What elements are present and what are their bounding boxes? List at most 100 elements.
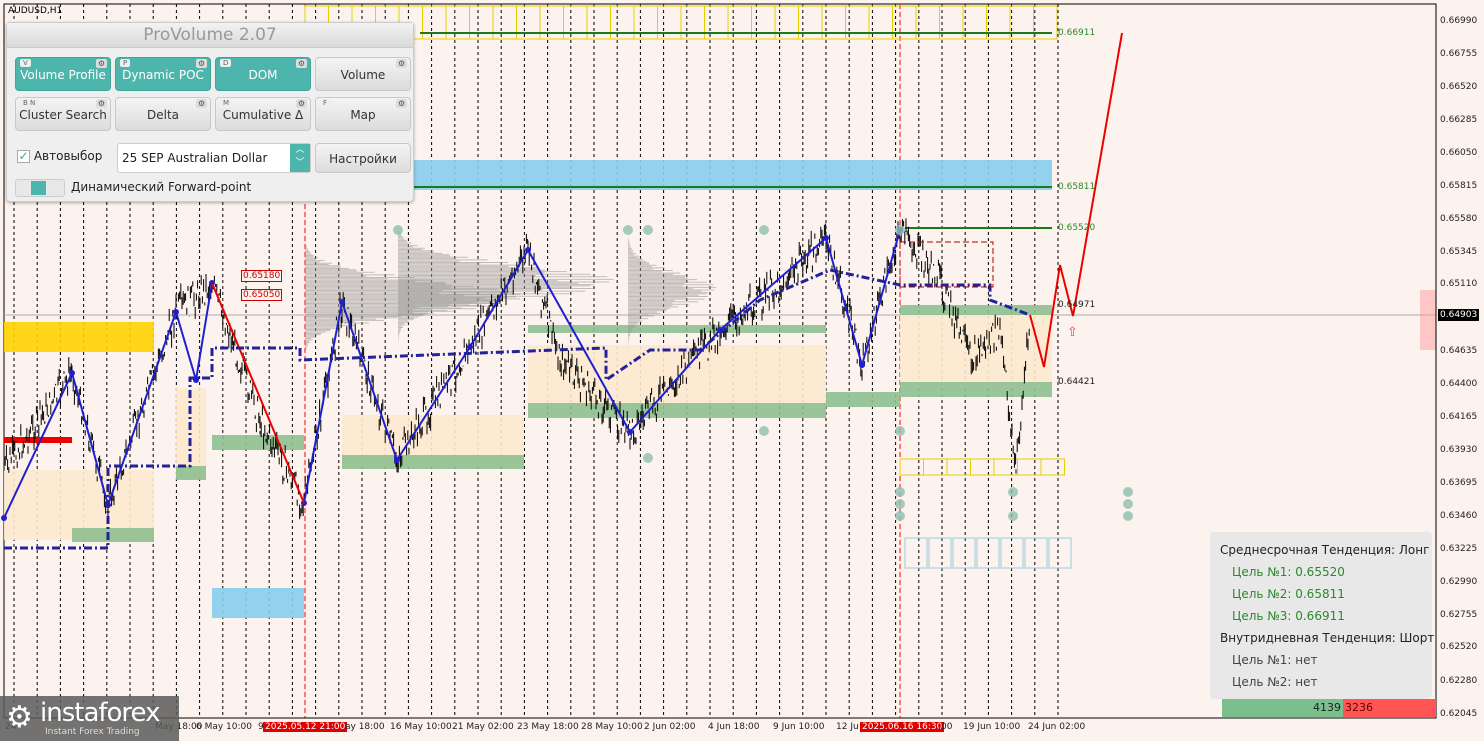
logo-tagline: Instant Forex Trading (45, 727, 140, 737)
gear-icon[interactable]: ⚙ (195, 59, 207, 68)
autoselect-label: Автовыбор (33, 149, 103, 163)
price-tick: 0.64165 (1440, 411, 1478, 422)
hotkey-badge: D (220, 59, 232, 67)
price-tick: 0.65345 (1440, 246, 1478, 257)
zigzag-point (69, 370, 75, 376)
price-tick: 0.66990 (1440, 16, 1478, 26)
marker-circle (895, 426, 905, 436)
hotkey-badge: M (220, 99, 233, 107)
gear-icon[interactable]: ⚙ (295, 59, 307, 68)
time-tick: 12 Ju (836, 722, 859, 732)
time-tick: 23 May 18:00 (517, 722, 579, 732)
panel-button[interactable]: B N ⚙ Cluster Search (15, 97, 111, 131)
price-tick: 0.64400 (1440, 378, 1478, 389)
panel-title: ProVolume 2.07 (7, 23, 413, 48)
gear-icon[interactable]: ⚙ (395, 99, 407, 108)
price-tick: 0.65580 (1440, 213, 1478, 224)
target-2: Цель №2: 0.65811 (1232, 587, 1345, 601)
panel-button[interactable]: F ⚙ Map (315, 97, 411, 131)
gear-icon[interactable]: ⚙ (395, 59, 407, 68)
panel-button[interactable]: ⚙ Delta (115, 97, 211, 131)
zigzag-point (525, 247, 531, 253)
dom-bar (1420, 290, 1436, 350)
sell-volume: 3236 (1343, 699, 1436, 717)
buy-sell-bar: 4139 3236 (1222, 699, 1436, 717)
time-tick: 6 May 10:00 (196, 722, 252, 732)
gear-icon: ⚙ (6, 700, 33, 735)
marker-circle (1008, 487, 1018, 497)
button-label: Dynamic POC (122, 68, 204, 82)
symbol-label: AUDUSD,H1 (8, 6, 63, 16)
panel-button[interactable]: ⚙ Volume (315, 57, 411, 91)
target-1: Цель №1: 0.65520 (1232, 565, 1345, 579)
price-tick: 0.65815 (1440, 180, 1478, 191)
zigzag-point (394, 457, 400, 463)
price-tick: 0.65110 (1440, 279, 1478, 290)
forward-point-toggle[interactable] (15, 179, 65, 197)
gear-icon[interactable]: ⚙ (295, 99, 307, 108)
mid-trend: Среднесрочная Тенденция: Лонг (1220, 543, 1430, 557)
forward-point-label: Динамический Forward-point (71, 180, 252, 194)
panel-button[interactable]: M ⚙ Cumulative Δ (215, 97, 311, 131)
zone (826, 392, 900, 407)
price-tick: 0.62755 (1440, 609, 1478, 620)
time-tick: 28 May 10:00 (581, 722, 643, 732)
price-label: 0.65050 (241, 289, 283, 301)
price-label: 0.65180 (241, 270, 283, 282)
panel-button[interactable]: V ⚙ Volume Profile (15, 57, 111, 91)
marker-circle (623, 225, 633, 235)
zigzag-point (173, 309, 179, 315)
time-tick: 2 Jun 02:00 (644, 722, 696, 732)
instrument-select[interactable]: 25 SEP Australian Dollar ︿ ﹀ (117, 143, 311, 173)
button-label: Delta (146, 108, 179, 122)
zone (72, 528, 154, 542)
time-tick: 2025.06.16 16:30 (860, 722, 945, 732)
time-tick: 19 Jun 10:00 (963, 722, 1021, 732)
marker-circle (1008, 511, 1018, 521)
price-tick: 0.62990 (1440, 576, 1478, 587)
autoselect-checkbox[interactable]: ✓ Автовыбор (17, 149, 102, 163)
marker-circle (895, 487, 905, 497)
price-tick: 0.63460 (1440, 510, 1478, 521)
marker-circle (393, 225, 403, 235)
marker-circle (759, 426, 769, 436)
gear-icon[interactable]: ⚙ (95, 59, 107, 68)
gear-icon[interactable]: ⚙ (195, 99, 207, 108)
price-tick: 0.63225 (1440, 543, 1478, 554)
zone (212, 435, 304, 450)
marker-circle (1123, 487, 1133, 497)
settings-button[interactable]: Настройки (315, 143, 411, 173)
zone (900, 305, 1052, 315)
marker-circle (759, 225, 769, 235)
price-tick: 0.66520 (1440, 81, 1478, 92)
zone (400, 160, 1052, 190)
price-tick: 0.66050 (1440, 147, 1478, 158)
marker-circle (895, 499, 905, 509)
time-tick: 24 Jun 02:00 (1028, 722, 1086, 732)
panel-button[interactable]: D ⚙ DOM (215, 57, 311, 91)
time-tick: 9 Jun 10:00 (773, 722, 825, 732)
marker-circle (895, 511, 905, 521)
zone (342, 455, 524, 469)
zigzag-point (627, 429, 633, 435)
instaforex-logo: ⚙ instaforex Instant Forex Trading (0, 696, 179, 741)
intraday-target-1: Цель №1: нет (1232, 653, 1318, 667)
provolume-panel: ProVolume 2.07 V ⚙ Volume Profile P ⚙ Dynamic… (6, 22, 414, 202)
level-label: 0.65520 (1058, 223, 1096, 233)
time-tick: 2025.05.12 21:00 (263, 722, 348, 732)
panel-button[interactable]: P ⚙ Dynamic POC (115, 57, 211, 91)
trend-info-box: Среднесрочная Тенденция: Лонг Цель №1: 0… (1210, 532, 1434, 699)
zone (900, 315, 1052, 385)
button-label: Volume Profile (20, 68, 106, 82)
price-tick: 0.66755 (1440, 48, 1478, 59)
marker-circle (643, 453, 653, 463)
hotkey-badge: B N (20, 99, 39, 107)
spin-arrows-icon[interactable]: ︿ ﹀ (290, 144, 310, 172)
marker-circle (643, 225, 653, 235)
up-arrow-icon: ⇧ (1067, 325, 1078, 340)
level-marker (4, 437, 72, 443)
gear-icon[interactable]: ⚙ (95, 99, 107, 108)
zone (176, 466, 206, 480)
button-label: Volume (340, 68, 386, 82)
zone (528, 345, 826, 405)
